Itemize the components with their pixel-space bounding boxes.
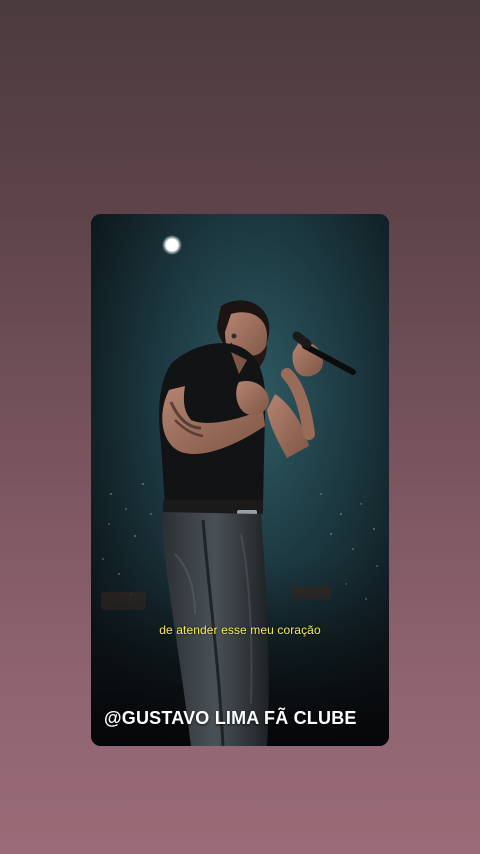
concert-video-frame	[91, 214, 389, 746]
fan-club-watermark: @GUSTAVO LIMA FÃ CLUBE	[104, 708, 357, 728]
video-story-card[interactable]: de atender esse meu coração @GUSTAVO LIM…	[91, 214, 389, 746]
lyrics-subtitle: de atender esse meu coração	[159, 623, 321, 637]
singer-on-stage-image	[91, 214, 389, 746]
